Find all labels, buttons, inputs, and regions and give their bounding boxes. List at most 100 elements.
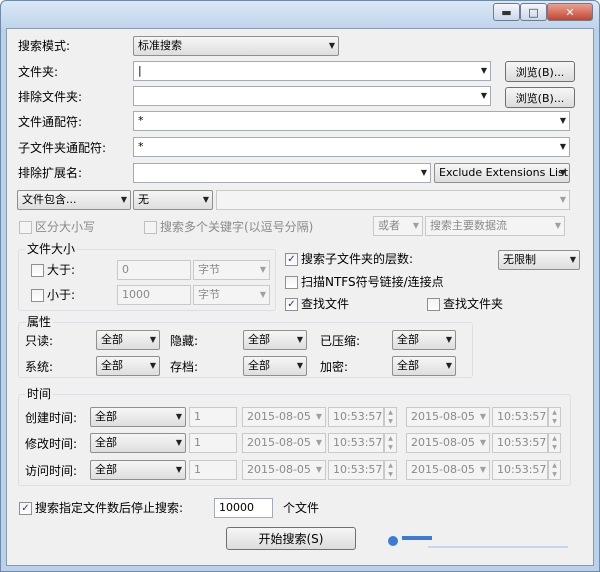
exclude-ext-label: 排除扩展名: — [18, 166, 83, 180]
find-files-label: 查找文件 — [301, 297, 350, 311]
case-sensitive-checkbox[interactable] — [19, 221, 32, 234]
encrypted-select[interactable]: 全部 ▼ — [392, 356, 456, 376]
modified-time-mode-select[interactable]: 全部 ▼ — [90, 433, 186, 453]
created-time-mode-select[interactable]: 全部 ▼ — [90, 407, 186, 427]
stop-after-label: 搜索指定文件数后停止搜索: — [35, 501, 184, 515]
system-label: 系统: — [25, 360, 54, 374]
scan-ntfs-checkbox[interactable] — [285, 276, 298, 289]
contains-text-input[interactable]: ▼ — [216, 190, 570, 210]
encrypted-label: 加密: — [320, 360, 349, 374]
contains-mode-select[interactable]: 文件包含... ▼ — [17, 190, 131, 210]
file-wildcard-label: 文件通配符: — [18, 115, 83, 129]
compressed-label: 已压缩: — [320, 334, 361, 348]
chevron-down-icon: ▼ — [175, 412, 182, 421]
created-time-to[interactable]: 10:53:57 — [492, 407, 548, 427]
chevron-down-icon: ▼ — [559, 116, 566, 125]
created-time-num-input[interactable]: 1 — [189, 407, 237, 427]
greater-than-checkbox[interactable] — [31, 264, 44, 277]
watermark-logo — [388, 532, 588, 568]
created-time-from[interactable]: 10:53:57 — [328, 407, 384, 427]
less-than-unit-select[interactable]: 字节 ▼ — [193, 285, 270, 305]
chevron-down-icon: ▼ — [259, 290, 266, 299]
minimize-icon: ▬ — [501, 5, 512, 19]
search-sub-levels-checkbox[interactable]: ✓ — [285, 253, 298, 266]
minimize-button[interactable]: ▬ — [493, 3, 520, 21]
chevron-down-icon: ▼ — [480, 66, 487, 75]
exclude-folder-input[interactable]: ▼ — [133, 86, 491, 106]
contains-type-select[interactable]: 无 ▼ — [133, 190, 213, 210]
chevron-down-icon: ▼ — [296, 335, 303, 344]
hidden-label: 隐藏: — [170, 334, 199, 348]
chevron-down-icon: ▼ — [569, 255, 576, 264]
chevron-down-icon: ▼ — [559, 142, 566, 151]
stop-after-unit: 个文件 — [283, 501, 320, 515]
compressed-select[interactable]: 全部 ▼ — [392, 330, 456, 350]
accessed-time-to-spinner[interactable]: ▲ ▼ — [548, 460, 561, 480]
chevron-down-icon: ▼ — [420, 168, 427, 177]
accessed-time-from-spinner[interactable]: ▲ ▼ — [384, 460, 397, 480]
less-than-input[interactable]: 1000 — [117, 285, 191, 305]
stop-after-checkbox[interactable]: ✓ — [19, 502, 32, 515]
modified-time-to[interactable]: 10:53:57 — [492, 433, 548, 453]
browse-folder-button[interactable]: 浏览(B)... — [505, 61, 575, 82]
accessed-date-from[interactable]: 2015-08-05 ▼ — [242, 460, 326, 480]
accessed-date-to[interactable]: 2015-08-05 ▼ — [406, 460, 490, 480]
created-time-to-spinner[interactable]: ▲ ▼ — [548, 407, 561, 427]
modified-time-num-input[interactable]: 1 — [189, 433, 237, 453]
hidden-select[interactable]: 全部 ▼ — [243, 330, 307, 350]
less-than-checkbox[interactable] — [31, 289, 44, 302]
greater-than-input[interactable]: 0 — [117, 260, 191, 280]
subfolder-wildcard-input[interactable]: * ▼ — [133, 137, 570, 157]
archive-select[interactable]: 全部 ▼ — [243, 356, 307, 376]
sub-levels-select[interactable]: 无限制 ▼ — [498, 250, 580, 270]
exclude-ext-input[interactable]: ▼ — [133, 163, 431, 183]
created-date-from[interactable]: 2015-08-05 ▼ — [242, 407, 326, 427]
greater-than-unit-select[interactable]: 字节 ▼ — [193, 260, 270, 280]
readonly-select[interactable]: 全部 ▼ — [96, 330, 160, 350]
file-wildcard-input[interactable]: * ▼ — [133, 111, 570, 131]
modified-time-label: 修改时间: — [25, 437, 78, 451]
data-stream-select[interactable]: 搜索主要数据流 ▼ — [425, 216, 565, 236]
browse-exclude-button[interactable]: 浏览(B)... — [505, 87, 575, 108]
start-search-button[interactable]: 开始搜索(S) — [226, 527, 356, 550]
chevron-down-icon: ▼ — [480, 91, 487, 100]
chevron-down-icon: ▼ — [175, 465, 182, 474]
modified-time-to-spinner[interactable]: ▲ ▼ — [548, 433, 561, 453]
greater-than-label: 大于: — [47, 263, 76, 277]
time-title: 时间 — [25, 387, 54, 401]
readonly-label: 只读: — [25, 334, 54, 348]
folder-input[interactable]: | ▼ — [133, 61, 491, 81]
find-files-checkbox[interactable]: ✓ — [285, 298, 298, 311]
chevron-down-icon: ▼ — [315, 465, 322, 474]
chevron-down-icon: ▼ — [328, 41, 335, 50]
stop-after-input[interactable]: 10000 — [214, 498, 273, 518]
accessed-time-to[interactable]: 10:53:57 — [492, 460, 548, 480]
close-icon: ✕ — [565, 5, 575, 19]
archive-label: 存档: — [170, 360, 199, 374]
chevron-down-icon: ▼ — [315, 438, 322, 447]
system-select[interactable]: 全部 ▼ — [96, 356, 160, 376]
created-date-to[interactable]: 2015-08-05 ▼ — [406, 407, 490, 427]
accessed-time-mode-select[interactable]: 全部 ▼ — [90, 460, 186, 480]
maximize-button[interactable]: □ — [520, 3, 547, 21]
chevron-down-icon: ▼ — [412, 221, 419, 230]
accessed-time-from[interactable]: 10:53:57 — [328, 460, 384, 480]
modified-time-from[interactable]: 10:53:57 — [328, 433, 384, 453]
modified-date-to[interactable]: 2015-08-05 ▼ — [406, 433, 490, 453]
subfolder-wildcard-label: 子文件夹通配符: — [18, 141, 107, 155]
search-mode-select[interactable]: 标准搜索 ▼ — [133, 36, 339, 56]
find-folders-checkbox[interactable] — [427, 298, 440, 311]
created-time-from-spinner[interactable]: ▲ ▼ — [384, 407, 397, 427]
modified-date-from[interactable]: 2015-08-05 ▼ — [242, 433, 326, 453]
exclude-folder-label: 排除文件夹: — [18, 90, 83, 104]
accessed-time-num-input[interactable]: 1 — [189, 460, 237, 480]
or-select[interactable]: 或者 ▼ — [373, 216, 423, 236]
chevron-down-icon: ▼ — [479, 412, 486, 421]
multi-keywords-checkbox[interactable] — [144, 221, 157, 234]
chevron-down-icon: ▼ — [202, 195, 209, 204]
modified-time-from-spinner[interactable]: ▲ ▼ — [384, 433, 397, 453]
chevron-down-icon: ▼ — [445, 361, 452, 370]
close-button[interactable]: ✕ — [547, 3, 593, 21]
exclude-ext-list-select[interactable]: Exclude Extensions List ▼ — [434, 163, 570, 183]
created-time-label: 创建时间: — [25, 411, 78, 425]
